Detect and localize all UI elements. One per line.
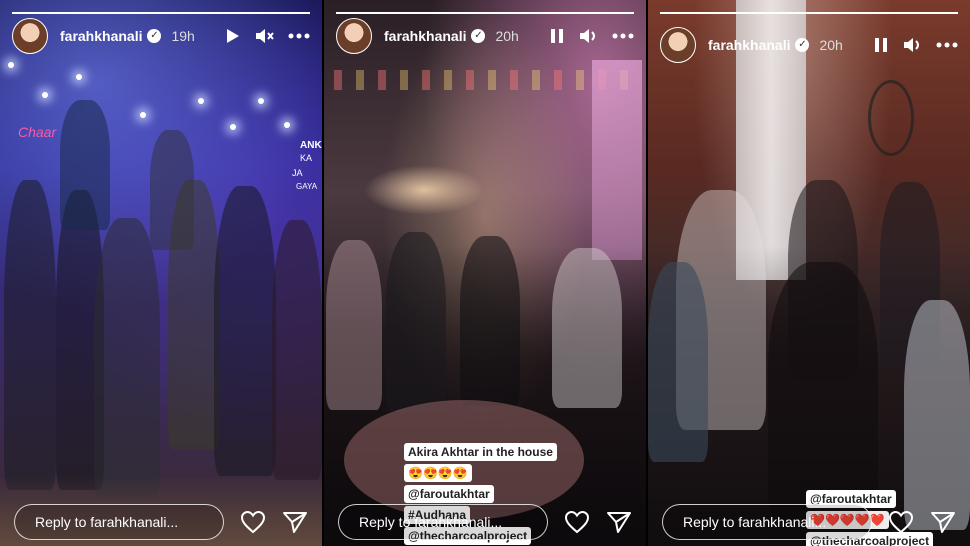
- person-figure: [94, 218, 160, 498]
- story-header: farahkhanali ✓ 20h: [336, 18, 634, 54]
- username[interactable]: farahkhanali: [384, 28, 466, 44]
- stage-sign: Chaar: [18, 124, 57, 140]
- mention-tag[interactable]: @faroutakhtar: [404, 485, 494, 503]
- stage-sign: ANKA: [300, 140, 322, 151]
- stage-light: [140, 112, 146, 118]
- stage-light: [258, 98, 264, 104]
- verified-badge-icon: ✓: [147, 29, 162, 43]
- pink-wall: [592, 60, 642, 260]
- stage-light: [284, 122, 290, 128]
- story-time: 20h: [495, 28, 519, 44]
- story-progress-bar: [336, 12, 634, 14]
- person-figure: [60, 100, 110, 230]
- username[interactable]: farahkhanali: [708, 37, 790, 53]
- person-figure: [768, 262, 878, 522]
- person-figure: [460, 236, 520, 406]
- stage-light: [198, 98, 204, 104]
- volume-icon[interactable]: [902, 36, 922, 54]
- more-icon[interactable]: [936, 42, 958, 48]
- wall-decor: [868, 80, 914, 156]
- more-icon[interactable]: [288, 33, 310, 39]
- heart-icon[interactable]: [564, 510, 590, 534]
- send-icon[interactable]: [606, 510, 632, 534]
- stage-light: [76, 74, 82, 80]
- verified-badge-icon: ✓: [471, 29, 486, 43]
- story-panel-3[interactable]: @faroutakhtar ❤️❤️❤️❤️❤️ @thecharcoalpro…: [648, 0, 970, 546]
- stage-glow: [364, 165, 484, 215]
- person-figure: [214, 186, 276, 476]
- story-panel-2[interactable]: Akira Akhtar in the house 😍😍😍😍 @faroutak…: [324, 0, 646, 546]
- pause-icon[interactable]: [874, 37, 888, 53]
- story-progress-fill: [336, 12, 634, 14]
- send-icon[interactable]: [930, 510, 956, 534]
- caption-line: Akira Akhtar in the house: [404, 443, 557, 461]
- person-figure: [552, 248, 622, 408]
- story-footer: Reply to farahkhanali...: [338, 502, 632, 542]
- person-figure: [326, 240, 382, 410]
- story-footer: Reply to farahkhanali...: [14, 502, 308, 542]
- username[interactable]: farahkhanali: [60, 28, 142, 44]
- stage-light: [230, 124, 236, 130]
- play-icon[interactable]: [224, 28, 240, 44]
- story-progress-fill: [12, 12, 310, 14]
- stage-sign: KA: [300, 153, 313, 163]
- person-figure: [168, 180, 220, 450]
- reply-input[interactable]: Reply to farahkhanali...: [662, 504, 872, 540]
- pause-icon[interactable]: [550, 28, 564, 44]
- avatar[interactable]: [336, 18, 372, 54]
- reply-input[interactable]: Reply to farahkhanali...: [338, 504, 548, 540]
- person-figure: [386, 232, 446, 412]
- bunting-decoration: [334, 70, 636, 90]
- verified-badge-icon: ✓: [795, 38, 810, 52]
- story-panel-1[interactable]: Chaar ANKA KA JA GAYA farahkhanali ✓ 19h…: [0, 0, 322, 546]
- story-progress-bar: [12, 12, 310, 14]
- story-time: 20h: [819, 37, 843, 53]
- stage-light: [8, 62, 14, 68]
- story-time: 19h: [171, 28, 195, 44]
- stage-sign: GAYA: [296, 182, 318, 191]
- person-figure: [272, 220, 322, 480]
- more-icon[interactable]: [612, 33, 634, 39]
- send-icon[interactable]: [282, 510, 308, 534]
- story-footer: Reply to farahkhanali...: [662, 502, 956, 542]
- avatar[interactable]: [12, 18, 48, 54]
- reply-input[interactable]: Reply to farahkhanali...: [14, 504, 224, 540]
- stage-sign: JA: [292, 168, 303, 178]
- volume-icon[interactable]: [578, 27, 598, 45]
- avatar[interactable]: [660, 27, 696, 63]
- story-header: farahkhanali ✓ 20h: [660, 27, 958, 63]
- stage-light: [42, 92, 48, 98]
- person-figure: [648, 262, 708, 462]
- caption-emojis: 😍😍😍😍: [404, 464, 472, 482]
- heart-icon[interactable]: [888, 510, 914, 534]
- story-progress-bar: [660, 12, 958, 14]
- person-figure: [4, 180, 56, 490]
- story-progress-fill: [660, 12, 958, 14]
- mute-icon[interactable]: [254, 27, 274, 45]
- story-header: farahkhanali ✓ 19h: [12, 18, 310, 54]
- heart-icon[interactable]: [240, 510, 266, 534]
